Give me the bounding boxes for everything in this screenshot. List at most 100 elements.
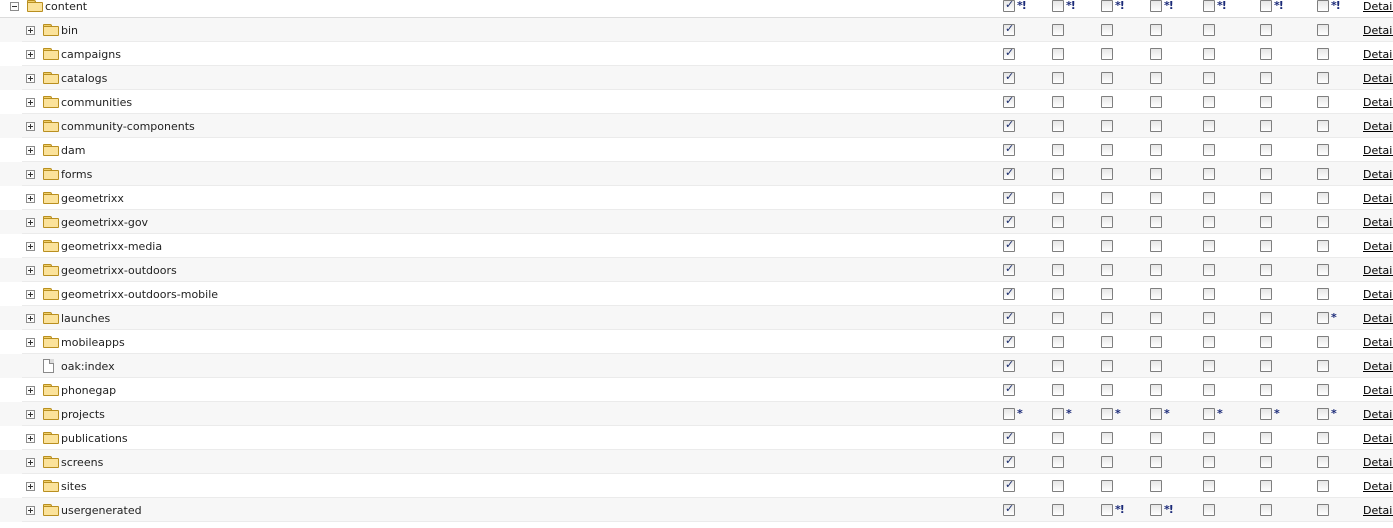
permission-checkbox-read[interactable]	[1003, 310, 1015, 324]
permission-checkbox-read[interactable]	[1003, 262, 1015, 276]
permission-checkbox-edit-acl[interactable]	[1260, 408, 1272, 420]
node-label[interactable]: usergenerated	[61, 504, 142, 517]
permission-checkbox-edit-acl[interactable]	[1260, 120, 1272, 132]
permission-checkbox-modify[interactable]	[1052, 72, 1064, 84]
node-label[interactable]: projects	[61, 408, 105, 421]
expand-icon[interactable]	[26, 266, 35, 275]
permission-checkbox-modify[interactable]	[1052, 480, 1064, 492]
permission-checkbox-delete[interactable]	[1150, 192, 1162, 204]
permission-checkbox-read-acl[interactable]	[1203, 336, 1215, 348]
permission-checkbox-modify[interactable]	[1052, 24, 1064, 36]
permission-checkbox-create[interactable]	[1101, 312, 1113, 324]
details-link[interactable]: Details	[1363, 480, 1393, 493]
permission-checkbox-read-acl[interactable]	[1203, 288, 1215, 300]
permission-checkbox-delete[interactable]	[1150, 0, 1162, 12]
permission-checkbox-replicate[interactable]	[1317, 456, 1329, 468]
expand-icon[interactable]	[26, 506, 35, 515]
node-label[interactable]: campaigns	[61, 48, 121, 61]
permission-checkbox-replicate[interactable]	[1317, 216, 1329, 228]
permission-checkbox-delete[interactable]	[1150, 336, 1162, 348]
permission-checkbox-replicate[interactable]	[1317, 288, 1329, 300]
permission-checkbox-read[interactable]	[1003, 70, 1015, 84]
expand-icon[interactable]	[26, 98, 35, 107]
permission-checkbox-delete[interactable]	[1150, 384, 1162, 396]
permission-checkbox-modify[interactable]	[1052, 240, 1064, 252]
node-label[interactable]: oak:index	[61, 360, 115, 373]
permission-checkbox-read-acl[interactable]	[1203, 24, 1215, 36]
permission-checkbox-delete[interactable]	[1150, 24, 1162, 36]
permission-checkbox-modify[interactable]	[1052, 168, 1064, 180]
permission-checkbox-modify[interactable]	[1052, 192, 1064, 204]
permission-checkbox-read-acl[interactable]	[1203, 384, 1215, 396]
permission-checkbox-create[interactable]	[1101, 264, 1113, 276]
permission-checkbox-create[interactable]	[1101, 24, 1113, 36]
permission-checkbox-read[interactable]	[1003, 190, 1015, 204]
permission-checkbox-create[interactable]	[1101, 216, 1113, 228]
permission-checkbox-replicate[interactable]	[1317, 360, 1329, 372]
permission-checkbox-read[interactable]	[1003, 142, 1015, 156]
permission-checkbox-delete[interactable]	[1150, 432, 1162, 444]
permission-checkbox-read[interactable]	[1003, 166, 1015, 180]
permission-checkbox-read[interactable]	[1003, 238, 1015, 252]
permission-checkbox-edit-acl[interactable]	[1260, 192, 1272, 204]
permission-checkbox-edit-acl[interactable]	[1260, 144, 1272, 156]
permission-checkbox-create[interactable]	[1101, 192, 1113, 204]
permission-checkbox-edit-acl[interactable]	[1260, 0, 1272, 12]
permission-checkbox-modify[interactable]	[1052, 456, 1064, 468]
permission-checkbox-read[interactable]	[1003, 382, 1015, 396]
permission-checkbox-read-acl[interactable]	[1203, 96, 1215, 108]
expand-icon[interactable]	[26, 458, 35, 467]
permission-checkbox-delete[interactable]	[1150, 72, 1162, 84]
permission-checkbox-read[interactable]	[1003, 22, 1015, 36]
node-label[interactable]: sites	[61, 480, 87, 493]
details-link[interactable]: Details	[1363, 312, 1393, 325]
permission-checkbox-replicate[interactable]	[1317, 504, 1329, 516]
permission-checkbox-create[interactable]	[1101, 72, 1113, 84]
node-label[interactable]: catalogs	[61, 72, 107, 85]
details-link[interactable]: Details	[1363, 504, 1393, 517]
node-label[interactable]: mobileapps	[61, 336, 125, 349]
permission-checkbox-edit-acl[interactable]	[1260, 24, 1272, 36]
permission-checkbox-delete[interactable]	[1150, 408, 1162, 420]
permission-checkbox-delete[interactable]	[1150, 288, 1162, 300]
permission-checkbox-modify[interactable]	[1052, 336, 1064, 348]
permission-checkbox-read-acl[interactable]	[1203, 408, 1215, 420]
permission-checkbox-create[interactable]	[1101, 120, 1113, 132]
permission-checkbox-modify[interactable]	[1052, 432, 1064, 444]
details-link[interactable]: Details	[1363, 288, 1393, 301]
expand-icon[interactable]	[26, 170, 35, 179]
permission-checkbox-read-acl[interactable]	[1203, 168, 1215, 180]
expand-icon[interactable]	[26, 434, 35, 443]
permission-checkbox-read-acl[interactable]	[1203, 192, 1215, 204]
expand-icon[interactable]	[26, 242, 35, 251]
permission-checkbox-create[interactable]	[1101, 432, 1113, 444]
permission-checkbox-edit-acl[interactable]	[1260, 432, 1272, 444]
permission-checkbox-read-acl[interactable]	[1203, 360, 1215, 372]
permission-checkbox-replicate[interactable]	[1317, 432, 1329, 444]
permission-checkbox-read-acl[interactable]	[1203, 120, 1215, 132]
expand-icon[interactable]	[26, 122, 35, 131]
permission-checkbox-read[interactable]	[1003, 358, 1015, 372]
permission-checkbox-create[interactable]	[1101, 168, 1113, 180]
permission-checkbox-delete[interactable]	[1150, 360, 1162, 372]
permission-checkbox-edit-acl[interactable]	[1260, 384, 1272, 396]
permission-checkbox-create[interactable]	[1101, 360, 1113, 372]
permission-checkbox-create[interactable]	[1101, 384, 1113, 396]
permission-checkbox-edit-acl[interactable]	[1260, 168, 1272, 180]
permission-checkbox-edit-acl[interactable]	[1260, 48, 1272, 60]
details-link[interactable]: Details	[1363, 360, 1393, 373]
permission-checkbox-read[interactable]	[1003, 46, 1015, 60]
collapse-icon[interactable]	[10, 2, 19, 11]
permission-checkbox-modify[interactable]	[1052, 216, 1064, 228]
permission-checkbox-replicate[interactable]	[1317, 24, 1329, 36]
permission-checkbox-replicate[interactable]	[1317, 312, 1329, 324]
details-link[interactable]: Details	[1363, 120, 1393, 133]
node-label[interactable]: geometrixx	[61, 192, 124, 205]
permission-checkbox-create[interactable]	[1101, 480, 1113, 492]
permission-checkbox-replicate[interactable]	[1317, 120, 1329, 132]
node-label[interactable]: geometrixx-outdoors	[61, 264, 177, 277]
permission-checkbox-delete[interactable]	[1150, 48, 1162, 60]
expand-icon[interactable]	[26, 26, 35, 35]
node-label[interactable]: launches	[61, 312, 110, 325]
expand-icon[interactable]	[26, 482, 35, 491]
